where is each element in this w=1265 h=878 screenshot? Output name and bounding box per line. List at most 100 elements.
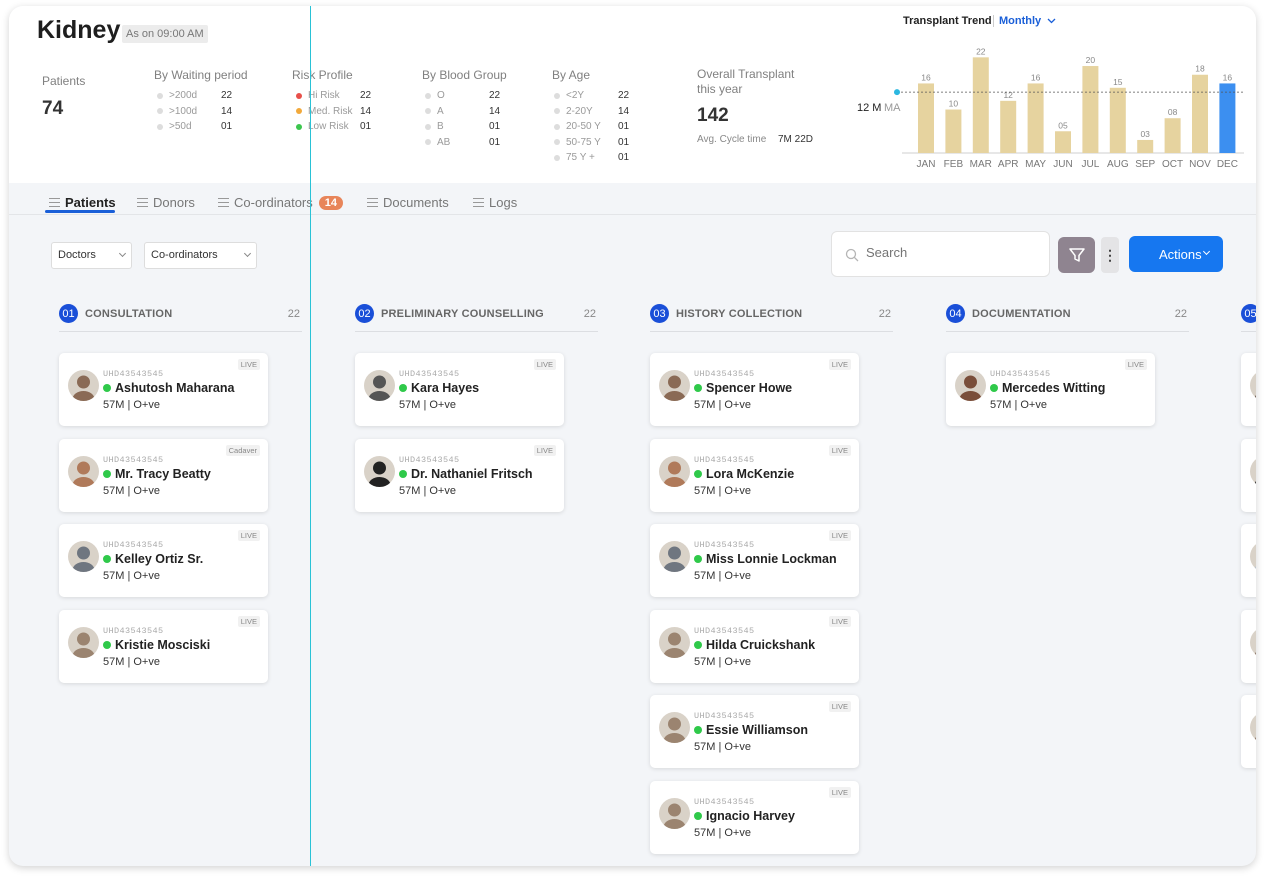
patient-card[interactable]: LIVE UHD43543545 Miss Lonnie Lockman 57M | … (650, 524, 859, 597)
patient-name: Ignacio Harvey (694, 809, 795, 823)
tab-documents[interactable]: Documents (367, 195, 449, 210)
tab-patients[interactable]: Patients (49, 195, 116, 210)
donor-type-tag: LIVE (828, 359, 851, 370)
actions-button-label: Actions (1159, 246, 1202, 262)
stat-row: 20-50 Y 01 (554, 119, 629, 135)
risk-profile-label: Risk Profile (292, 68, 353, 82)
tab-donors-label: Donors (153, 195, 195, 210)
search-input[interactable] (866, 245, 1036, 260)
patient-info: 57M | O+ve (103, 399, 160, 411)
x-tick-label: MAY (1025, 159, 1046, 170)
doctors-dropdown[interactable]: Doctors (51, 242, 132, 269)
patient-card[interactable]: LIVE UHD43543545 Essie Williamson 57M | O+v… (650, 695, 859, 768)
stat-row: >100d 14 (157, 104, 232, 120)
bar (1027, 83, 1044, 153)
status-dot-icon (554, 123, 560, 130)
patient-name-text: Essie Williamson (706, 723, 809, 737)
bar (972, 57, 989, 153)
guide-line (310, 6, 311, 866)
patient-card[interactable] (1241, 353, 1256, 426)
avatar-icon (955, 370, 986, 401)
more-options-button[interactable]: ⋮ (1101, 237, 1119, 273)
stat-row: 50-75 Y 01 (554, 135, 629, 151)
column-number: 01 (59, 304, 78, 323)
patient-name-text: Kelley Ortiz Sr. (115, 552, 204, 566)
stat-row: >200d 22 (157, 88, 232, 104)
actions-button[interactable]: Actions (1129, 236, 1223, 272)
filter-icon (1068, 248, 1085, 262)
avatar-icon (68, 455, 99, 487)
donor-type-tag: LIVE (237, 615, 260, 627)
patient-card[interactable]: LIVE UHD43543545 Ignacio Harvey 57M | O+ve (650, 780, 859, 854)
avatar-icon (364, 370, 395, 401)
patient-card[interactable]: LIVE UHD43543545 Kara Hayes 57M | O+ve (355, 353, 564, 426)
stat-value: 01 (618, 121, 630, 133)
vertical-dots-icon: ⋮ (1103, 246, 1117, 263)
moving-average-label: MA (884, 102, 901, 114)
filter-button[interactable] (1058, 237, 1095, 273)
stat-row: >50d 01 (157, 119, 232, 135)
as-of-badge: As on 09:00 AM (122, 25, 208, 43)
stat-value: 14 (360, 105, 372, 117)
stat-key: >100d (169, 105, 198, 117)
avatar (1250, 626, 1256, 658)
patient-card[interactable]: LIVE UHD43543545 Spencer Howe 57M | O+ve (650, 353, 859, 426)
coordinators-dropdown[interactable]: Co-ordinators (144, 242, 257, 269)
tab-coordinators[interactable]: Co-ordinators 14 (218, 195, 344, 210)
patient-name-text: Ashutosh Maharana (115, 381, 235, 395)
x-tick-label: SEP (1135, 159, 1155, 170)
avatar-icon (364, 455, 395, 487)
period-dropdown[interactable]: Monthly (999, 15, 1056, 27)
trend-separator (993, 15, 994, 27)
patient-id: UHD43543545 (694, 454, 755, 465)
chevron-down-icon (118, 249, 127, 258)
bar (945, 109, 962, 153)
patient-card[interactable]: Cadaver UHD43543545 Mr. Tracy Beatty 57M | … (59, 438, 268, 512)
x-tick-label: JUL (1082, 159, 1100, 170)
age-label: By Age (552, 68, 591, 82)
overall-transplant-label: Overall Transplant this year (697, 67, 794, 97)
patient-card[interactable]: LIVE UHD43543545 Ashutosh Maharana 57M | O+… (59, 353, 268, 426)
stat-value: 14 (489, 105, 501, 117)
patient-card[interactable]: LIVE UHD43543545 Lora McKenzie 57M | O+ve (650, 438, 859, 512)
x-tick-label: OCT (1162, 159, 1183, 170)
patient-card[interactable]: LIVE UHD43543545 Mercedes Witting 57M | O+v… (946, 353, 1155, 426)
status-dot-icon (157, 123, 163, 130)
patient-id: UHD43543545 (694, 711, 755, 721)
avatar (68, 541, 99, 572)
patient-name-text: Dr. Nathaniel Fritsch (411, 466, 533, 481)
patient-card[interactable]: LIVE UHD43543545 Kristie Mosciski 57M | O+v… (59, 609, 268, 683)
column-count: 22 (1174, 307, 1187, 320)
patient-card[interactable] (1241, 695, 1256, 768)
patient-info: 57M | O+ve (694, 484, 751, 497)
donor-type-tag: LIVE (828, 530, 851, 541)
donor-type-tag: LIVE (237, 530, 260, 541)
column-header: 01 CONSULTATION 22 (59, 296, 302, 332)
tab-donors[interactable]: Donors (137, 195, 195, 210)
online-status-icon (694, 384, 702, 392)
bar (918, 83, 934, 153)
blood-group-list: O 22 A 14 B 01 AB 01 (425, 88, 500, 150)
list-icon (218, 198, 229, 207)
tab-logs[interactable]: Logs (473, 195, 517, 210)
patient-card[interactable] (1241, 438, 1256, 512)
overall-transplant-value: 142 (697, 105, 729, 126)
patient-info: 57M | O+ve (694, 826, 751, 839)
x-tick-label: JAN (917, 159, 936, 170)
tab-bar: Patients Donors Co-ordinators 14 Documen… (9, 183, 1256, 215)
patient-card[interactable]: LIVE UHD43543545 Dr. Nathaniel Fritsch 57M … (355, 438, 564, 512)
avatar (659, 541, 690, 572)
patient-card[interactable] (1241, 609, 1256, 683)
stat-value: 01 (618, 136, 630, 148)
patient-name-text: Spencer Howe (706, 381, 793, 395)
status-dot-icon (296, 108, 302, 115)
donor-type-tag: Cadaver (225, 444, 260, 456)
patient-card[interactable]: LIVE UHD43543545 Hilda Cruickshank 57M | O+… (650, 609, 859, 683)
stat-value: 01 (618, 152, 630, 164)
stat-value: 01 (221, 121, 233, 133)
avatar-icon (1250, 455, 1256, 487)
patient-info: 57M | O+ve (399, 484, 456, 497)
bar-value-label: 16 (1031, 72, 1041, 82)
patient-card[interactable]: LIVE UHD43543545 Kelley Ortiz Sr. 57M | O+v… (59, 524, 268, 597)
patient-card[interactable] (1241, 524, 1256, 597)
